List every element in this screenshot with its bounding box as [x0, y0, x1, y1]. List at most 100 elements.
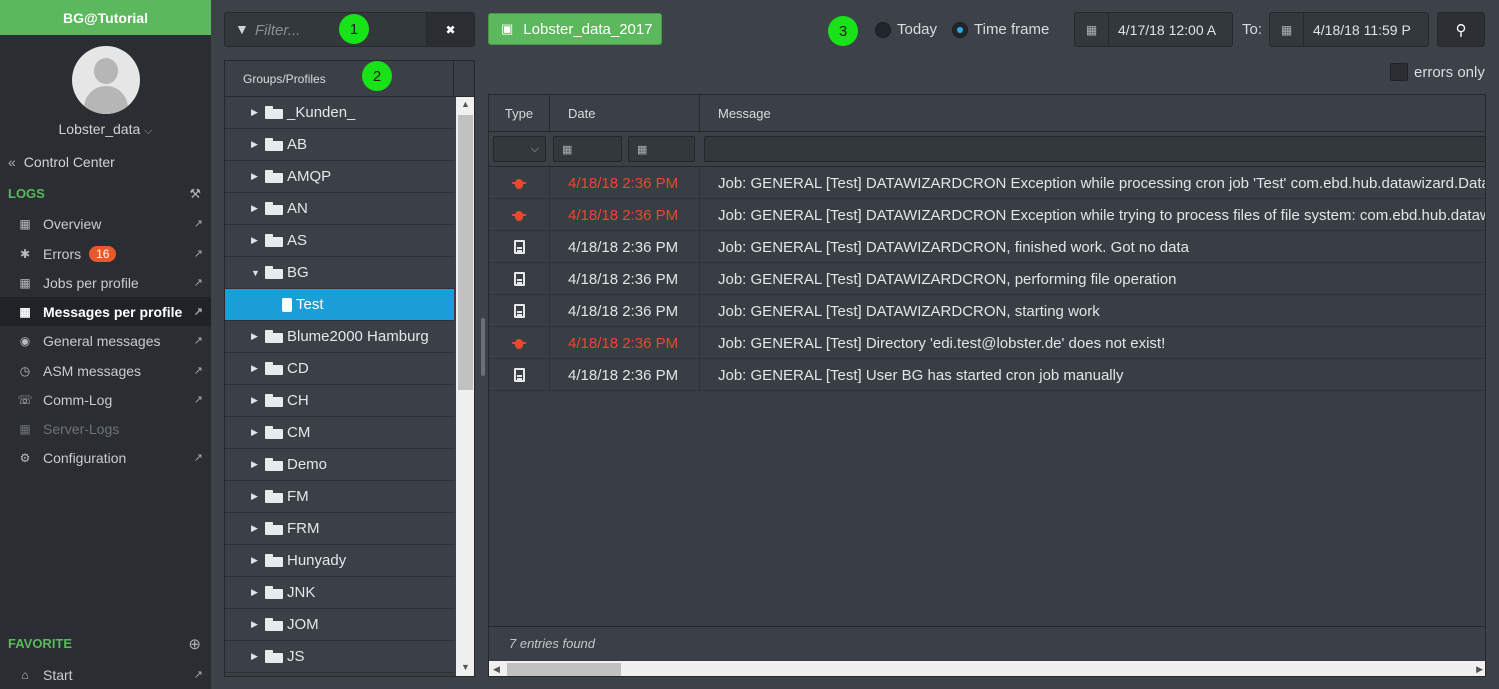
caret-right-icon[interactable]: ▶ — [251, 523, 261, 534]
user-menu[interactable]: Lobster_data ⌵ — [0, 121, 211, 138]
external-link-icon[interactable]: ↗ — [194, 393, 203, 406]
nav-errors[interactable]: ✱ Errors 16 ↗ — [0, 239, 211, 268]
caret-right-icon[interactable]: ▶ — [251, 171, 261, 182]
nav-start[interactable]: ⌂ Start ↗ — [0, 660, 211, 689]
nav-asm-messages[interactable]: ◷ ASM messages ↗ — [0, 356, 211, 385]
table-row[interactable]: 4/18/18 2:36 PM Job: GENERAL [Test] DATAW… — [489, 231, 1485, 263]
caret-right-icon[interactable]: ▶ — [251, 107, 261, 118]
table-row[interactable]: 4/18/18 2:36 PM Job: GENERAL [Test] DATAW… — [489, 295, 1485, 327]
nav-configuration[interactable]: ⚙ Configuration ↗ — [0, 443, 211, 472]
nav-general-messages[interactable]: ◉ General messages ↗ — [0, 326, 211, 355]
radio-time-frame[interactable]: Time frame — [952, 21, 1049, 38]
external-link-icon[interactable]: ↗ — [194, 668, 203, 681]
caret-down-icon[interactable]: ▼ — [251, 268, 261, 278]
tree-folder-item[interactable]: ▶ AN — [225, 193, 454, 225]
tree-folder-item[interactable]: ▶ CD — [225, 353, 454, 385]
scrollbar-thumb[interactable] — [507, 663, 621, 676]
nav-overview[interactable]: ▦ Overview ↗ — [0, 209, 211, 238]
tree-folder-item[interactable]: ▶ AMQP — [225, 161, 454, 193]
caret-right-icon[interactable]: ▶ — [251, 203, 261, 214]
calendar-icon[interactable]: ▦ — [1075, 13, 1109, 46]
scroll-left-icon[interactable]: ◀ — [493, 661, 500, 676]
external-link-icon[interactable]: ↗ — [194, 334, 203, 347]
wrench-icon[interactable]: ⚒ — [189, 186, 201, 202]
filter-input[interactable] — [255, 19, 415, 41]
date-to-filter[interactable]: ▦ — [628, 136, 695, 162]
table-row[interactable]: 4/18/18 2:36 PM Job: GENERAL [Test] User … — [489, 359, 1485, 391]
caret-right-icon[interactable]: ▶ — [251, 235, 261, 246]
date-from-filter[interactable]: ▦ — [553, 136, 622, 162]
caret-right-icon[interactable]: ▶ — [251, 363, 261, 374]
external-link-icon[interactable]: ↗ — [194, 364, 203, 377]
folder-icon — [265, 394, 283, 407]
tree-folder-item[interactable]: ▶ JNK — [225, 577, 454, 609]
type-filter-select[interactable]: ⌵ — [493, 136, 546, 162]
caret-right-icon[interactable]: ▶ — [251, 587, 261, 598]
radio-today[interactable]: Today — [875, 21, 937, 38]
tree-folder-item[interactable]: ▶ AB — [225, 129, 454, 161]
nav-messages-per-profile[interactable]: ▦ Messages per profile ↗ — [0, 297, 211, 326]
external-link-icon[interactable]: ↗ — [194, 305, 203, 318]
column-type[interactable]: Type — [489, 95, 550, 132]
search-button[interactable]: ⚲ — [1437, 12, 1485, 47]
tree-folder-item[interactable]: ▶ CM — [225, 417, 454, 449]
scroll-right-icon[interactable]: ▶ — [1476, 661, 1483, 676]
nav-comm-log[interactable]: ☏ Comm-Log ↗ — [0, 385, 211, 414]
profile-button[interactable]: ▣ Lobster_data_2017 — [488, 13, 662, 45]
table-row[interactable]: 4/18/18 2:36 PM Job: GENERAL [Test] DATAW… — [489, 167, 1485, 199]
table-row[interactable]: 4/18/18 2:36 PM Job: GENERAL [Test] Direc… — [489, 327, 1485, 359]
caret-right-icon[interactable]: ▶ — [251, 139, 261, 150]
tree-folder-item[interactable]: ▶ JS — [225, 641, 454, 673]
message-filter-input[interactable] — [704, 136, 1485, 162]
caret-right-icon[interactable]: ▶ — [251, 491, 261, 502]
external-link-icon[interactable]: ↗ — [194, 451, 203, 464]
nav-label: ASM messages — [43, 362, 142, 379]
tree-folder-item[interactable]: ▶ Blume2000 Hamburg — [225, 321, 454, 353]
tree-profile-item[interactable]: Test — [225, 289, 454, 321]
add-favorite-icon[interactable]: ⊕ — [188, 635, 201, 653]
scroll-up-icon[interactable]: ▲ — [456, 99, 474, 109]
external-link-icon[interactable]: ↗ — [194, 217, 203, 230]
tree-folder-item[interactable]: ▶ JOM — [225, 609, 454, 641]
errors-only-checkbox[interactable]: errors only — [1390, 63, 1485, 81]
section-favorite: FAVORITE — [8, 636, 73, 651]
caret-right-icon[interactable]: ▶ — [251, 651, 261, 662]
tree-folder-item[interactable]: ▶ Hunyady — [225, 545, 454, 577]
caret-right-icon[interactable]: ▶ — [251, 459, 261, 470]
folder-icon — [265, 522, 283, 535]
splitter-handle[interactable] — [481, 318, 485, 376]
clear-filter-button[interactable]: ✖ — [426, 13, 474, 46]
caret-right-icon[interactable]: ▶ — [251, 395, 261, 406]
column-date[interactable]: Date — [550, 95, 700, 132]
date-to-field[interactable]: ▦ 4/18/18 11:59 P — [1269, 12, 1429, 47]
date-from-field[interactable]: ▦ 4/17/18 12:00 A — [1074, 12, 1233, 47]
calendar-icon[interactable]: ▦ — [1270, 13, 1304, 46]
tree-folder-item[interactable]: ▶ AS — [225, 225, 454, 257]
caret-right-icon[interactable]: ▶ — [251, 427, 261, 438]
tree-folder-item[interactable]: ▶ _Kunden_ — [225, 97, 454, 129]
external-link-icon[interactable]: ↗ — [194, 276, 203, 289]
external-link-icon[interactable]: ↗ — [194, 247, 203, 260]
type-cell — [489, 199, 550, 231]
tree-scrollbar[interactable]: ▲ ▼ — [456, 97, 474, 676]
table-row[interactable]: 4/18/18 2:36 PM Job: GENERAL [Test] DATAW… — [489, 263, 1485, 295]
scrollbar-thumb[interactable] — [458, 115, 473, 390]
tree-folder-item[interactable]: ▶ Demo — [225, 449, 454, 481]
tree-folder-item[interactable]: ▶ FRM — [225, 513, 454, 545]
factory-icon: ▣ — [501, 21, 514, 36]
caret-right-icon[interactable]: ▶ — [251, 555, 261, 566]
checkbox-box[interactable] — [1390, 63, 1408, 81]
avatar[interactable] — [72, 46, 140, 114]
nav-jobs-per-profile[interactable]: ▦ Jobs per profile ↗ — [0, 268, 211, 297]
tree-folder-item[interactable]: ▶ FM — [225, 481, 454, 513]
caret-right-icon[interactable]: ▶ — [251, 619, 261, 630]
tree-folder-item[interactable]: ▶ CH — [225, 385, 454, 417]
table-row[interactable]: 4/18/18 2:36 PM Job: GENERAL [Test] DATAW… — [489, 199, 1485, 231]
control-center-link[interactable]: « Control Center — [8, 154, 115, 170]
type-cell — [489, 231, 550, 263]
grid-horizontal-scrollbar[interactable]: ◀ ▶ — [489, 661, 1485, 676]
column-message[interactable]: Message — [700, 95, 1485, 132]
caret-right-icon[interactable]: ▶ — [251, 331, 261, 342]
scroll-down-icon[interactable]: ▼ — [456, 662, 474, 672]
tree-folder-item[interactable]: ▼ BG — [225, 257, 454, 289]
